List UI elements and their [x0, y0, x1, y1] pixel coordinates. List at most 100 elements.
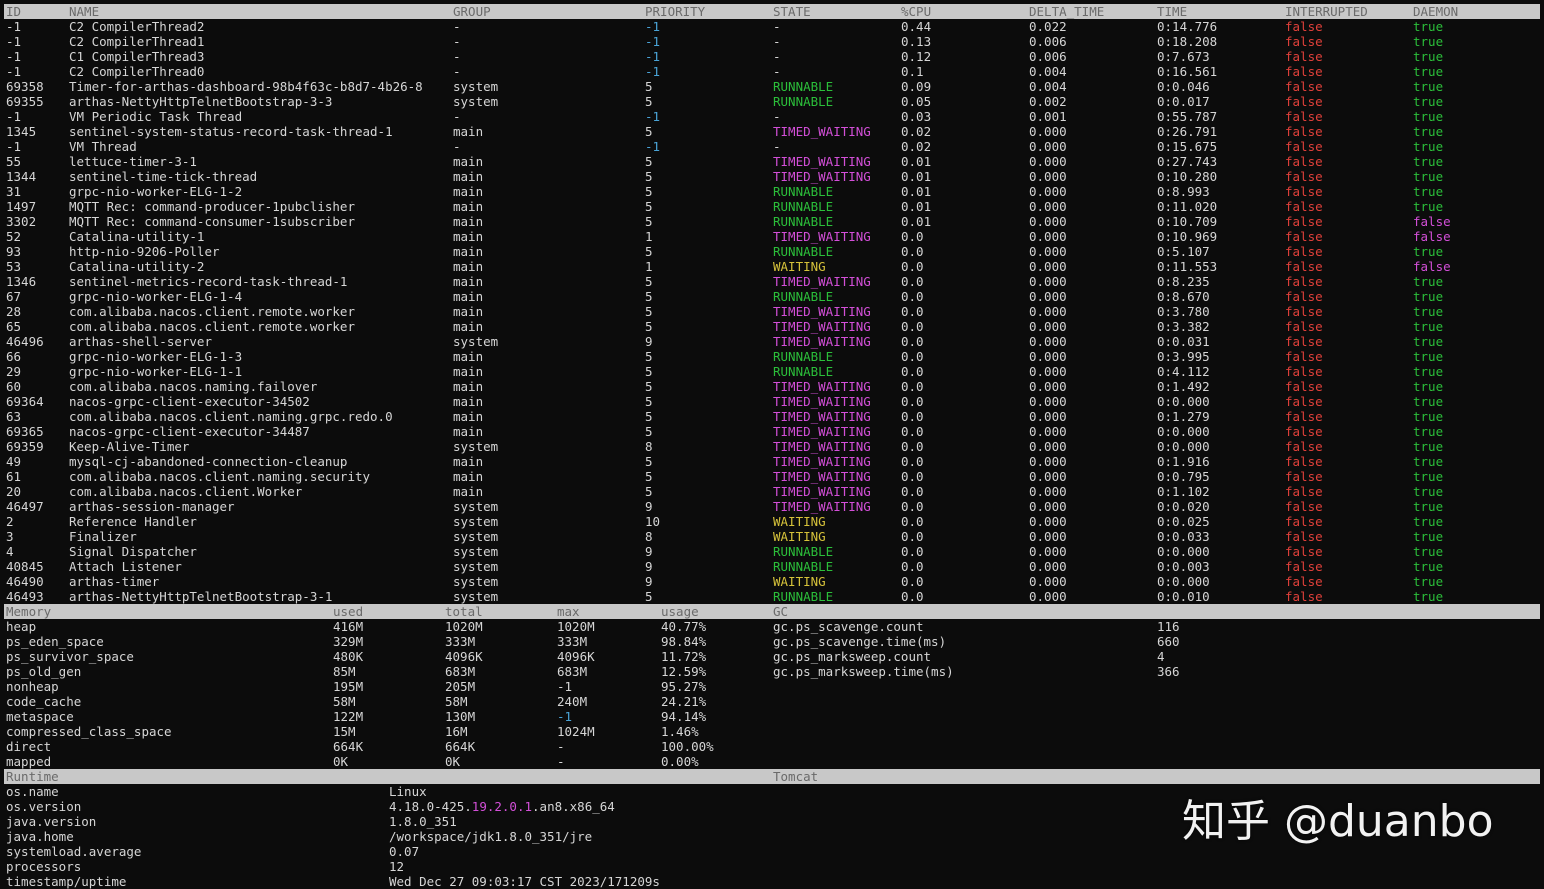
thread-time: 0:7.673 [1157, 49, 1210, 64]
thread-daemon: true [1413, 184, 1444, 199]
thread-id: 2 [6, 514, 14, 529]
thread-time: 0:4.112 [1157, 364, 1210, 379]
gc-column-header: GC [773, 604, 789, 619]
thread-time: 0:3.382 [1157, 319, 1210, 334]
thread-cpu: 0.0 [901, 394, 924, 409]
thread-time: 0:0.000 [1157, 574, 1210, 589]
thread-state: TIMED_WAITING [773, 379, 871, 394]
thread-cpu: 0.01 [901, 184, 932, 199]
thread-state: TIMED_WAITING [773, 454, 871, 469]
thread-id: 1497 [6, 199, 37, 214]
thread-delta: 0.000 [1029, 529, 1067, 544]
thread-name: MQTT Rec: command-producer-1pubclisher [69, 199, 355, 214]
thread-cpu: 0.0 [901, 454, 924, 469]
thread-priority: 1 [645, 259, 653, 274]
thread-daemon: true [1413, 379, 1444, 394]
memory-gc-header: Memory used total max usage GC [4, 604, 1540, 619]
thread-daemon: true [1413, 544, 1444, 559]
thread-row: 28 com.alibaba.nacos.client.remote.worker… [4, 304, 1540, 319]
thread-time: 0:0.025 [1157, 514, 1210, 529]
thread-name: C2 CompilerThread0 [69, 64, 205, 79]
thread-cpu: 0.0 [901, 424, 924, 439]
memory-name: metaspace [6, 709, 74, 724]
thread-daemon: true [1413, 19, 1444, 34]
runtime-tomcat-header: Runtime Tomcat [4, 769, 1540, 784]
memory-usage: 1.46% [661, 724, 699, 739]
thread-state: - [773, 109, 781, 124]
thread-group: system [453, 334, 499, 349]
thread-id: 1345 [6, 124, 37, 139]
thread-cpu: 0.09 [901, 79, 932, 94]
thread-id: 40845 [6, 559, 44, 574]
memory-total: 130M [445, 709, 476, 724]
thread-interrupted: false [1285, 109, 1323, 124]
thread-time: 0:0.000 [1157, 439, 1210, 454]
thread-row: 69358 Timer-for-arthas-dashboard-98b4f63c… [4, 79, 1540, 94]
runtime-value: /workspace/jdk1.8.0_351/jre [389, 829, 593, 844]
thread-daemon: true [1413, 64, 1444, 79]
runtime-column-header: Runtime [6, 769, 59, 784]
thread-group: - [453, 19, 461, 34]
thread-time: 0:0.003 [1157, 559, 1210, 574]
thread-cpu: 0.0 [901, 469, 924, 484]
thread-name: arthas-shell-server [69, 334, 212, 349]
thread-interrupted: false [1285, 469, 1323, 484]
thread-name: Attach Listener [69, 559, 182, 574]
thread-row: 69355 arthas-NettyHttpTelnetBootstrap-3-3… [4, 94, 1540, 109]
thread-cpu: 0.44 [901, 19, 932, 34]
thread-priority: -1 [645, 49, 661, 64]
thread-priority: -1 [645, 64, 661, 79]
thread-name: VM Thread [69, 139, 137, 154]
thread-priority: 5 [645, 394, 653, 409]
thread-daemon: true [1413, 124, 1444, 139]
thread-interrupted: false [1285, 139, 1323, 154]
thread-id: 46497 [6, 499, 44, 514]
thread-group: main [453, 484, 484, 499]
thread-time: 0:0.000 [1157, 394, 1210, 409]
thread-priority: 5 [645, 154, 653, 169]
thread-state: RUNNABLE [773, 289, 834, 304]
thread-state: RUNNABLE [773, 214, 834, 229]
thread-delta: 0.000 [1029, 394, 1067, 409]
runtime-name: os.name [6, 784, 59, 799]
memory-usage: 24.21% [661, 694, 707, 709]
thread-state: RUNNABLE [773, 79, 834, 94]
gc-value: 660 [1157, 634, 1180, 649]
thread-name: VM Periodic Task Thread [69, 109, 243, 124]
thread-cpu: 0.0 [901, 274, 924, 289]
thread-name: Catalina-utility-1 [69, 229, 205, 244]
thread-row: 69365 nacos-grpc-client-executor-34487 mai… [4, 424, 1540, 439]
thread-state: RUNNABLE [773, 349, 834, 364]
gc-row: gc.ps_marksweep.count 4 [0, 649, 1544, 664]
thread-interrupted: false [1285, 454, 1323, 469]
thread-name: arthas-session-manager [69, 499, 235, 514]
column-header-priority: PRIORITY [645, 4, 706, 19]
thread-daemon: true [1413, 94, 1444, 109]
thread-delta: 0.000 [1029, 379, 1067, 394]
memory-total: 16M [445, 724, 468, 739]
thread-state: - [773, 19, 781, 34]
thread-interrupted: false [1285, 559, 1323, 574]
thread-delta: 0.000 [1029, 544, 1067, 559]
thread-time: 0:1.916 [1157, 454, 1210, 469]
thread-daemon: true [1413, 394, 1444, 409]
thread-cpu: 0.0 [901, 574, 924, 589]
memory-used: 664K [333, 739, 364, 754]
runtime-name: timestamp/uptime [6, 874, 127, 889]
thread-cpu: 0.01 [901, 154, 932, 169]
thread-name: Timer-for-arthas-dashboard-98b4f63c-b8d7… [69, 79, 423, 94]
thread-cpu: 0.02 [901, 139, 932, 154]
thread-daemon: false [1413, 259, 1451, 274]
thread-state: TIMED_WAITING [773, 469, 871, 484]
thread-cpu: 0.0 [901, 379, 924, 394]
runtime-value: 12 [389, 859, 405, 874]
thread-row: -1 C1 CompilerThread3 - -1 - 0.12 0.006 0:7.673… [4, 49, 1540, 64]
thread-row: 46490 arthas-timer system 9 WAITING 0.0 0.000 0… [4, 574, 1540, 589]
runtime-value-part: .an8.x86_64 [532, 799, 615, 814]
thread-name: sentinel-metrics-record-task-thread-1 [69, 274, 348, 289]
thread-delta: 0.000 [1029, 274, 1067, 289]
memory-max: -1 [557, 709, 573, 724]
thread-group: main [453, 184, 484, 199]
thread-group: system [453, 529, 499, 544]
thread-priority: 5 [645, 94, 653, 109]
